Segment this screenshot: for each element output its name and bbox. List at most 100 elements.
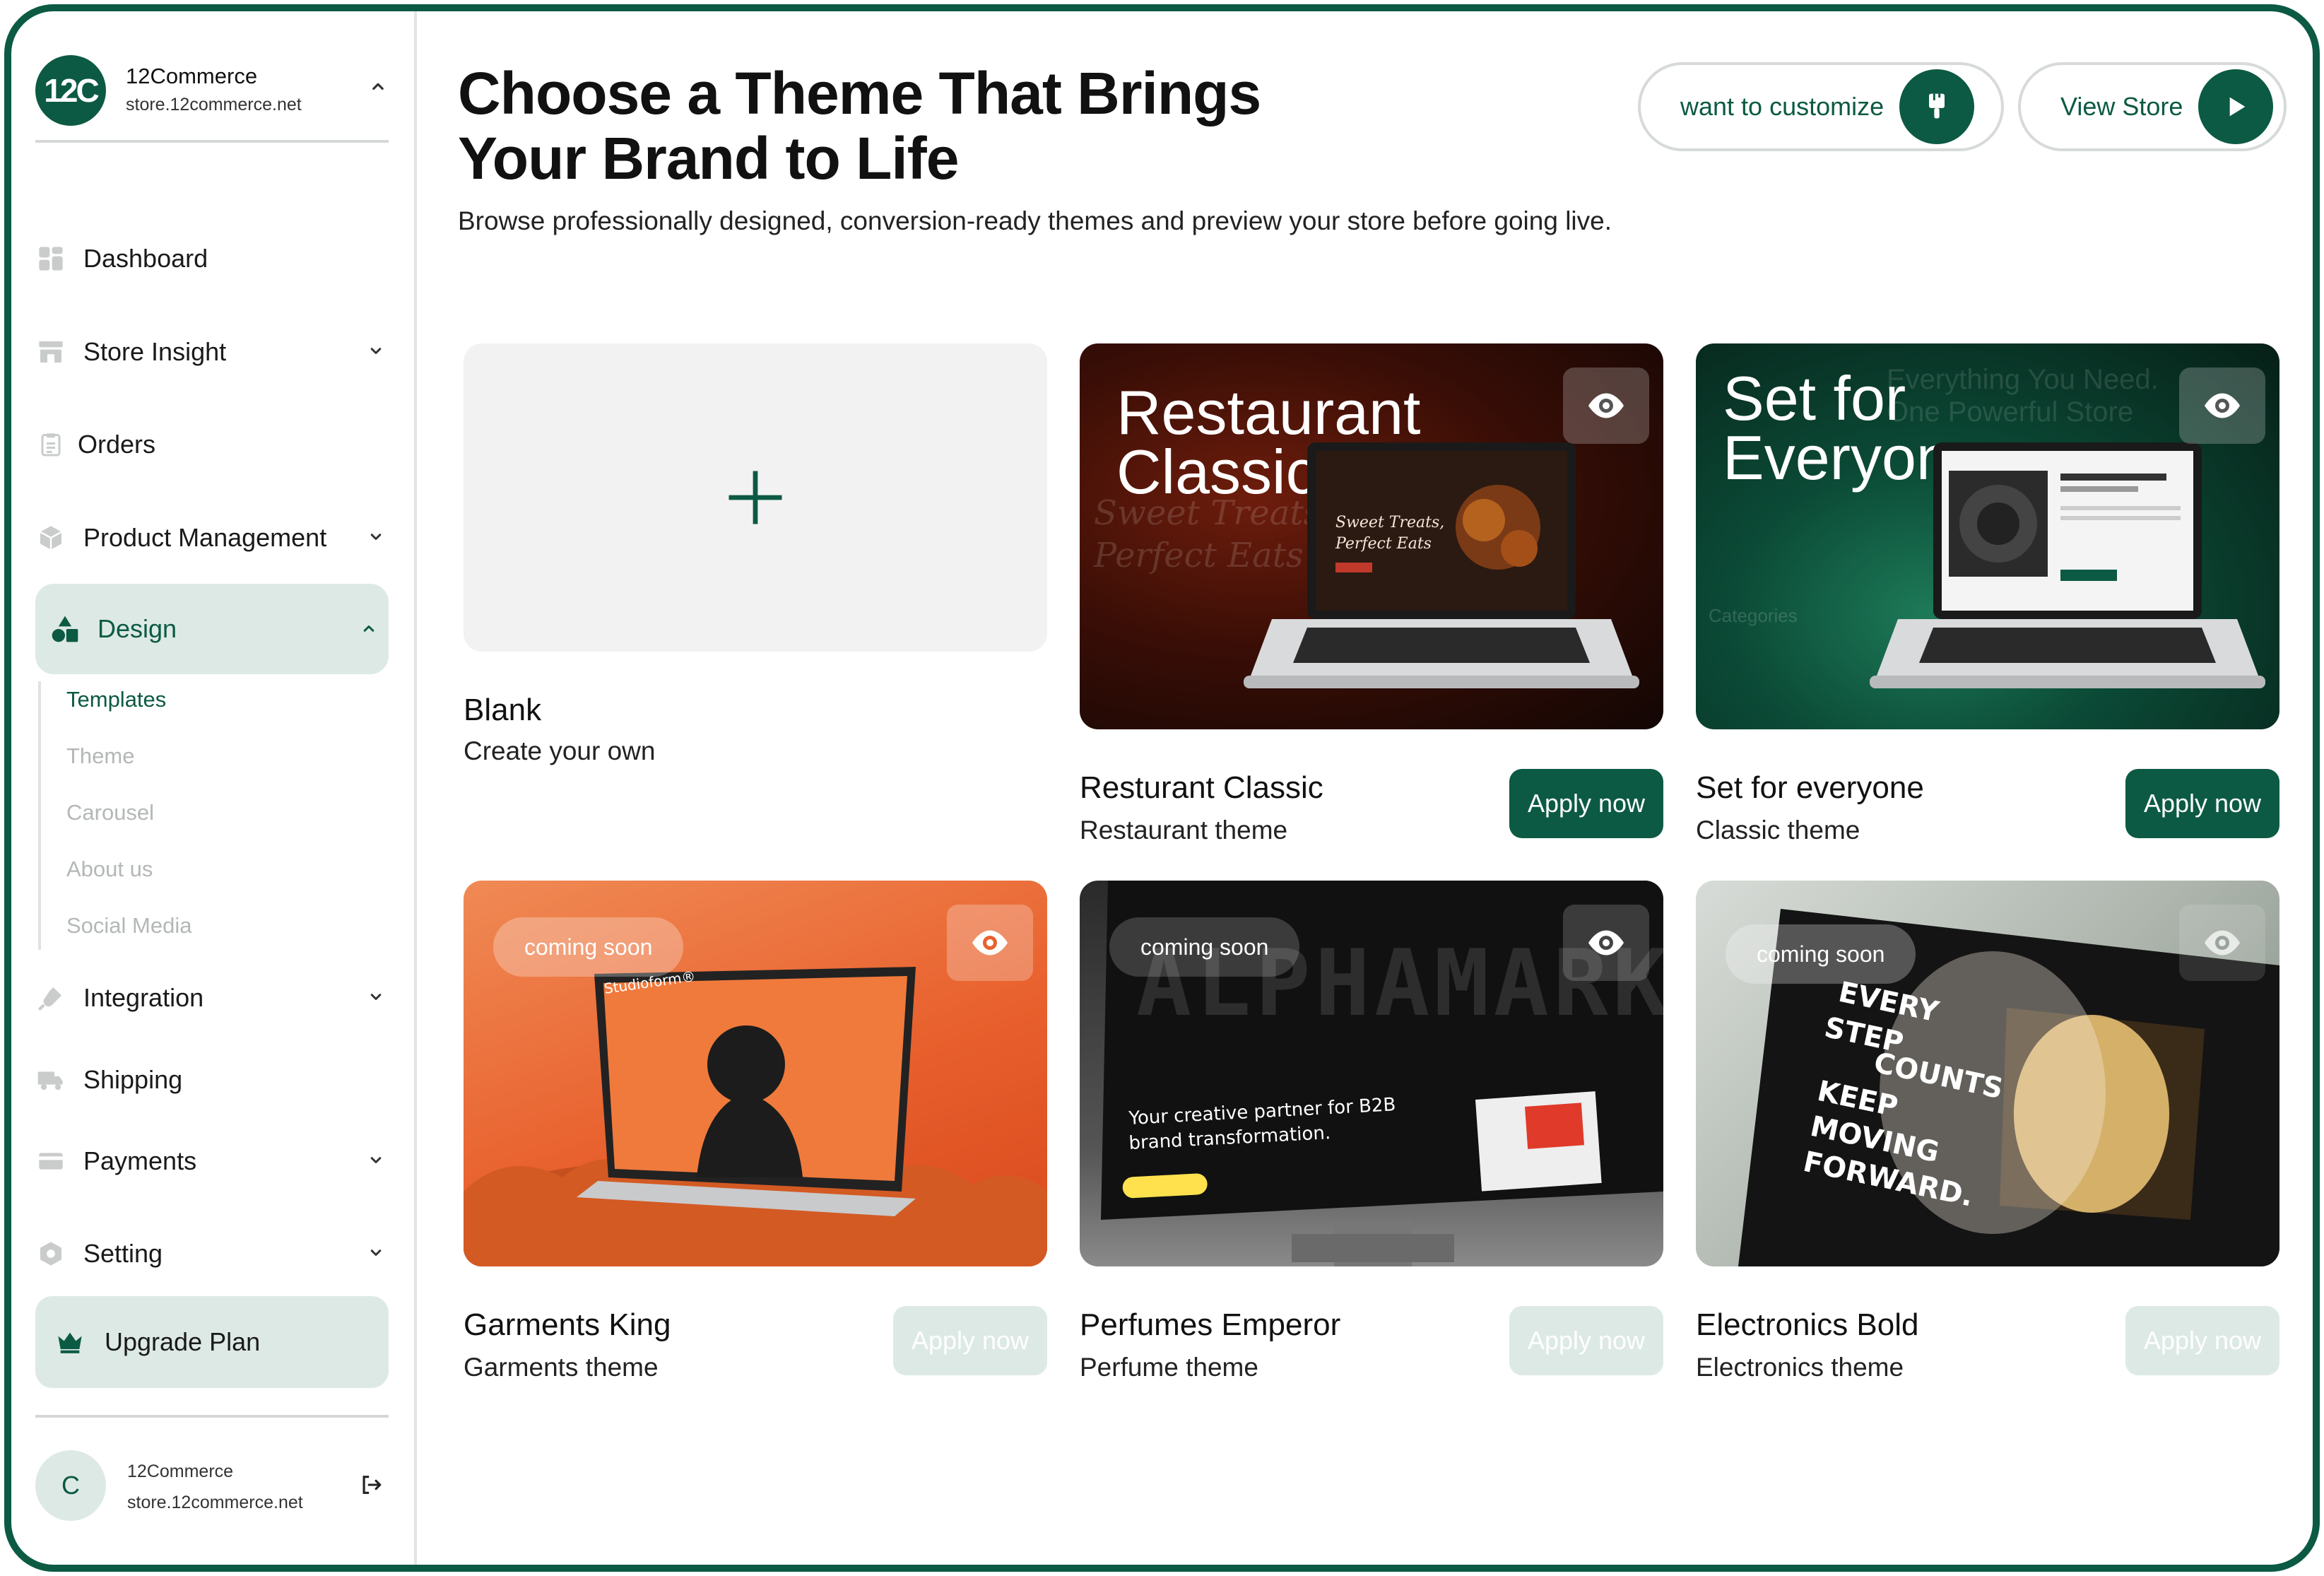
card-desc: Create your own	[464, 736, 656, 765]
sidebar-item-design[interactable]: Design	[35, 584, 389, 674]
preview-eye-button[interactable]	[2179, 367, 2265, 444]
subitem-theme[interactable]: Theme	[66, 743, 134, 769]
card-desc: Garments theme	[464, 1353, 659, 1382]
store-url: store.12commerce.net	[126, 95, 302, 114]
chevron-down-icon[interactable]	[366, 987, 386, 1006]
divider	[35, 1415, 389, 1418]
apply-now-button[interactable]: Apply now	[2125, 1306, 2279, 1375]
sidebar-item-label: Dashboard	[83, 244, 208, 273]
card-desc: Electronics theme	[1696, 1353, 1904, 1382]
theme-card-garments[interactable]: Studioform® coming soon Garments King Ga…	[464, 881, 1047, 1382]
customize-button[interactable]: want to customize	[1638, 62, 2004, 151]
svg-text:Sweet Treats,: Sweet Treats,	[1335, 514, 1444, 531]
subitem-about-us[interactable]: About us	[66, 857, 153, 882]
preview-eye-button[interactable]	[2179, 905, 2265, 981]
sidebar-item-payments[interactable]: Payments	[35, 1126, 389, 1196]
theme-card-perfumes[interactable]: ALPHAMARK Your creative partner for B2B …	[1080, 881, 1663, 1382]
upgrade-plan-button[interactable]: Upgrade Plan	[35, 1296, 389, 1388]
blank-thumbnail[interactable]	[464, 343, 1047, 652]
sidebar-item-store-insight[interactable]: Store Insight	[35, 317, 389, 387]
sidebar-item-label: Product Management	[83, 523, 327, 552]
preview-eye-button[interactable]	[1563, 905, 1649, 981]
sidebar-item-setting[interactable]: Setting	[35, 1218, 389, 1289]
brand-logo: 12C	[35, 55, 106, 126]
paint-brush-icon	[1899, 69, 1975, 144]
plus-icon	[729, 471, 782, 524]
page-subtitle: Browse professionally designed, conversi…	[458, 206, 1612, 235]
page-title-line2: Your Brand to Life	[458, 125, 959, 192]
coming-soon-badge: coming soon	[1726, 924, 1916, 984]
preview-eye-button[interactable]	[947, 905, 1033, 981]
sidebar-item-dashboard[interactable]: Dashboard	[35, 223, 389, 294]
card-desc: Perfume theme	[1080, 1353, 1258, 1382]
laptop-illustration	[1870, 442, 2265, 688]
user-url: store.12commerce.net	[127, 1493, 303, 1512]
coming-soon-badge: coming soon	[493, 917, 684, 977]
chevron-down-icon[interactable]	[366, 527, 386, 546]
eye-icon	[972, 930, 1008, 955]
apply-now-button[interactable]: Apply now	[1509, 769, 1663, 838]
sidebar-item-label: Shipping	[83, 1065, 183, 1094]
box-icon	[35, 522, 66, 553]
apply-now-button[interactable]: Apply now	[893, 1306, 1047, 1375]
truck-icon	[35, 1064, 66, 1095]
chevron-up-icon[interactable]	[359, 619, 379, 639]
card-icon	[35, 1146, 66, 1177]
apply-now-button[interactable]: Apply now	[1509, 1306, 1663, 1375]
card-name: Blank	[464, 693, 542, 727]
apply-now-button[interactable]: Apply now	[2125, 769, 2279, 838]
everyone-bg-sub: Categories	[1709, 605, 1798, 626]
sidebar: 12C 12Commerce store.12commerce.net Dash…	[11, 11, 417, 1565]
store-icon	[35, 336, 66, 367]
store-switcher[interactable]: 12C 12Commerce store.12commerce.net	[35, 48, 389, 143]
sidebar-item-shipping[interactable]: Shipping	[35, 1045, 389, 1115]
subitem-templates[interactable]: Templates	[66, 687, 166, 712]
eye-icon	[1588, 393, 1624, 418]
sidebar-item-label: Payments	[83, 1146, 197, 1175]
avatar[interactable]: C	[35, 1450, 106, 1521]
theme-card-restaurant[interactable]: Sweet Treats, Perfect Eats Restaurant Cl…	[1080, 343, 1663, 845]
plug-icon	[35, 982, 66, 1013]
subitem-carousel[interactable]: Carousel	[66, 800, 154, 825]
sidebar-item-label: Setting	[83, 1239, 163, 1268]
chevron-up-icon[interactable]	[367, 76, 389, 98]
theme-card-everyone[interactable]: Everything You Need. One Powerful Store …	[1696, 343, 2279, 845]
page-title-line1: Choose a Theme That Brings	[458, 60, 1261, 127]
upgrade-label: Upgrade Plan	[105, 1327, 261, 1356]
sidebar-item-label: Orders	[78, 430, 156, 459]
card-name: Resturant Classic	[1080, 770, 1323, 805]
shapes-icon	[49, 613, 81, 645]
submenu-divider	[38, 681, 41, 950]
chevron-down-icon[interactable]	[366, 1150, 386, 1170]
card-desc: Classic theme	[1696, 816, 1860, 845]
card-name: Garments King	[464, 1307, 671, 1342]
logout-icon[interactable]	[359, 1473, 383, 1497]
view-store-label: View Store	[2060, 92, 2183, 121]
preview-eye-button[interactable]	[1563, 367, 1649, 444]
clipboard-icon	[35, 429, 66, 460]
chevron-down-icon[interactable]	[366, 341, 386, 360]
view-store-button[interactable]: View Store	[2018, 62, 2287, 151]
card-desc: Restaurant theme	[1080, 816, 1288, 845]
play-icon	[2198, 69, 2274, 144]
coming-soon-badge: coming soon	[1109, 917, 1300, 977]
sidebar-item-integration[interactable]: Integration	[35, 963, 389, 1033]
laptop-illustration: Sweet Treats, Perfect Eats	[1244, 442, 1639, 688]
sidebar-item-orders[interactable]: Orders	[35, 409, 389, 480]
svg-text:Perfect Eats: Perfect Eats	[1335, 535, 1432, 553]
eye-icon	[1588, 930, 1624, 955]
chevron-down-icon[interactable]	[366, 1242, 386, 1262]
theme-card-blank[interactable]: Blank Create your own	[464, 343, 1047, 765]
card-name: Electronics Bold	[1696, 1307, 1919, 1342]
sidebar-item-label: Store Insight	[83, 337, 227, 366]
card-name: Perfumes Emperor	[1080, 1307, 1341, 1342]
subitem-social-media[interactable]: Social Media	[66, 913, 191, 939]
eye-icon	[2205, 930, 2240, 955]
sidebar-item-product-management[interactable]: Product Management	[35, 502, 389, 573]
app-window: 12C 12Commerce store.12commerce.net Dash…	[4, 4, 2320, 1572]
everyone-thumbnail: Everything You Need. One Powerful Store …	[1696, 343, 2279, 729]
theme-card-electronics[interactable]: EVERY STEP COUNTS KEEP MOVING FORWARD. c…	[1696, 881, 2279, 1382]
perfumes-thumbnail: ALPHAMARK Your creative partner for B2B …	[1080, 881, 1663, 1266]
hexagon-icon	[35, 1238, 66, 1269]
sidebar-item-label: Design	[98, 614, 177, 643]
